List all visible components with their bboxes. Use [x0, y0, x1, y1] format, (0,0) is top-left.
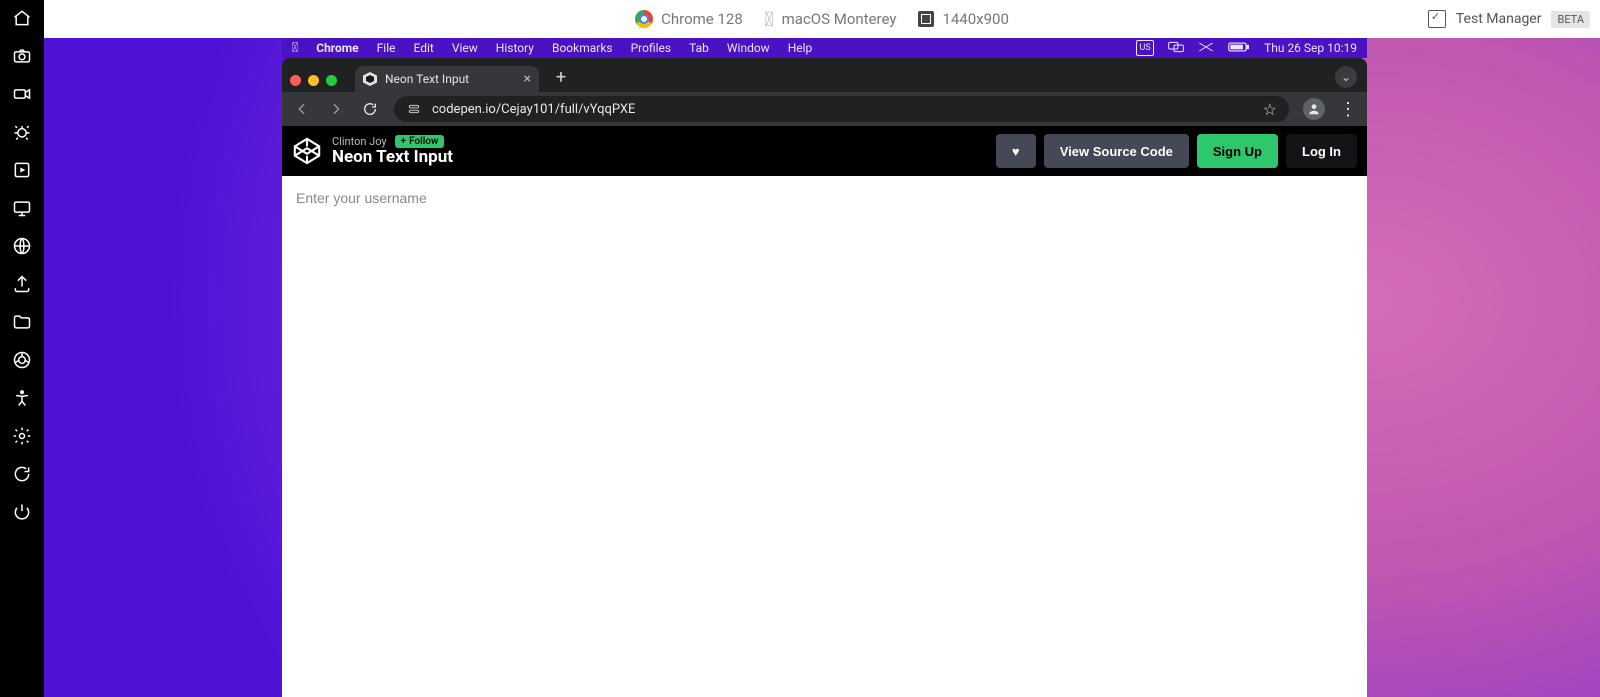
- upload-icon[interactable]: [10, 272, 34, 296]
- tab-close-icon[interactable]: ×: [524, 71, 531, 87]
- reload-button[interactable]: [360, 99, 380, 119]
- profile-button[interactable]: [1303, 98, 1325, 120]
- menu-history[interactable]: History: [496, 41, 534, 55]
- close-window-button[interactable]: [290, 75, 301, 86]
- window-controls: [290, 75, 337, 86]
- camera-icon[interactable]: [10, 44, 34, 68]
- input-source-icon[interactable]: US: [1136, 40, 1154, 56]
- tab-list-button[interactable]: ⌄: [1335, 66, 1357, 88]
- codepen-header: Clinton Joy +Follow Neon Text Input ♥ Vi…: [282, 126, 1367, 176]
- menu-profiles[interactable]: Profiles: [631, 41, 672, 55]
- pen-title: Neon Text Input: [332, 148, 453, 167]
- resolution-icon: [918, 11, 934, 27]
- site-info-icon[interactable]: [406, 101, 422, 117]
- menu-help[interactable]: Help: [788, 41, 813, 55]
- plus-icon: +: [401, 136, 407, 147]
- settings-icon[interactable]: [10, 424, 34, 448]
- display-icon[interactable]: [1198, 41, 1214, 56]
- address-bar: codepen.io/Cejay101/full/vYqqPXE ☆ ⋮: [282, 92, 1367, 126]
- love-button[interactable]: ♥: [996, 134, 1036, 168]
- battery-icon[interactable]: [1228, 41, 1250, 56]
- browser-chip: Chrome 128: [635, 10, 743, 28]
- tab-title: Neon Text Input: [385, 72, 469, 86]
- bug-icon[interactable]: [10, 120, 34, 144]
- folder-icon[interactable]: [10, 310, 34, 334]
- back-button[interactable]: [292, 99, 312, 119]
- menu-file[interactable]: File: [377, 41, 396, 55]
- username-input[interactable]: [282, 176, 710, 220]
- menubar-clock[interactable]: Thu 26 Sep 10:19: [1264, 41, 1357, 55]
- test-manager-icon: [1428, 10, 1446, 28]
- globe-icon[interactable]: [10, 234, 34, 258]
- browser-tab[interactable]: Neon Text Input ×: [355, 66, 539, 92]
- remote-desktop[interactable]:  Chrome File Edit View History Bookmark…: [44, 38, 1600, 697]
- codepen-favicon-icon: [363, 72, 377, 86]
- sign-up-button[interactable]: Sign Up: [1197, 134, 1278, 168]
- accessibility-icon[interactable]: [10, 386, 34, 410]
- view-source-button[interactable]: View Source Code: [1044, 134, 1189, 168]
- new-tab-button[interactable]: +: [549, 67, 573, 88]
- chrome-menu-button[interactable]: ⋮: [1339, 99, 1357, 120]
- chrome-window: Neon Text Input × + ⌄ codepen.io/Cejay10…: [282, 58, 1367, 697]
- apple-menu-icon[interactable]: : [292, 40, 298, 56]
- browser-label: Chrome 128: [661, 10, 743, 28]
- menu-app[interactable]: Chrome: [316, 41, 358, 55]
- home-icon[interactable]: [10, 6, 34, 30]
- minimize-window-button[interactable]: [308, 75, 319, 86]
- chrome-outline-icon[interactable]: [10, 348, 34, 372]
- bookmark-star-icon[interactable]: ☆: [1263, 100, 1277, 119]
- menu-tab[interactable]: Tab: [689, 41, 709, 55]
- power-icon[interactable]: [10, 500, 34, 524]
- refresh-icon[interactable]: [10, 462, 34, 486]
- mac-menubar:  Chrome File Edit View History Bookmark…: [282, 38, 1367, 58]
- codepen-logo-icon[interactable]: [292, 136, 322, 166]
- pen-output: [282, 176, 1367, 697]
- screen-share-icon[interactable]: [10, 196, 34, 220]
- os-label: macOS Monterey: [782, 10, 897, 28]
- os-chip:  macOS Monterey: [765, 9, 897, 29]
- omnibox[interactable]: codepen.io/Cejay101/full/vYqqPXE ☆: [394, 96, 1289, 122]
- url-text: codepen.io/Cejay101/full/vYqqPXE: [432, 102, 1253, 117]
- apple-icon: : [765, 9, 774, 29]
- pen-author[interactable]: Clinton Joy: [332, 136, 387, 148]
- resolution-chip: 1440x900: [918, 10, 1008, 28]
- menu-bookmarks[interactable]: Bookmarks: [552, 41, 613, 55]
- menu-edit[interactable]: Edit: [414, 41, 434, 55]
- video-icon[interactable]: [10, 82, 34, 106]
- heart-icon: ♥: [1012, 144, 1020, 159]
- test-manager-link[interactable]: Test Manager: [1456, 11, 1542, 27]
- browserstack-header: Chrome 128  macOS Monterey 1440x900 Tes…: [44, 0, 1600, 38]
- menu-window[interactable]: Window: [727, 41, 770, 55]
- menu-view[interactable]: View: [452, 41, 478, 55]
- tab-strip: Neon Text Input × + ⌄: [282, 58, 1367, 92]
- chrome-icon: [635, 10, 653, 28]
- resolution-label: 1440x900: [942, 10, 1008, 28]
- play-square-icon[interactable]: [10, 158, 34, 182]
- fullscreen-window-button[interactable]: [326, 75, 337, 86]
- left-toolbar: [0, 0, 44, 697]
- beta-badge: BETA: [1551, 11, 1590, 28]
- log-in-button[interactable]: Log In: [1286, 134, 1357, 168]
- forward-button[interactable]: [326, 99, 346, 119]
- control-center-icon[interactable]: [1168, 41, 1184, 56]
